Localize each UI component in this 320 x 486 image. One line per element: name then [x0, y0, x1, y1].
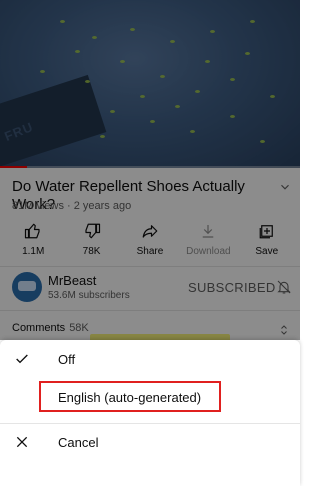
caption-option-off[interactable]: Off	[0, 340, 300, 380]
modal-scrim[interactable]	[0, 0, 300, 340]
check-icon	[16, 354, 28, 364]
cancel-button[interactable]: Cancel	[0, 423, 300, 463]
selection-highlight	[39, 381, 221, 412]
close-icon	[16, 436, 28, 448]
caption-option-off-label: Off	[58, 352, 76, 367]
cancel-label: Cancel	[58, 435, 99, 450]
